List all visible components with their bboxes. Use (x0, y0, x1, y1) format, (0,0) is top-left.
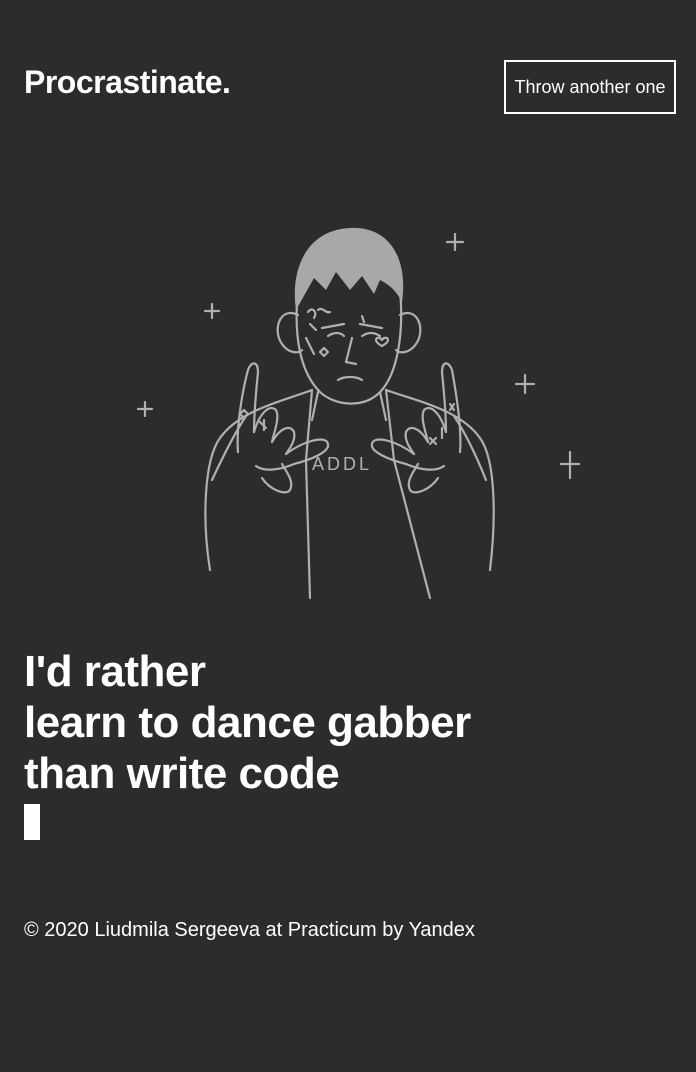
hair-shape (294, 227, 404, 310)
site-logo[interactable]: Procrastinate. (24, 62, 231, 102)
excuse-phrase: I'd rather learn to dance gabber than wr… (24, 646, 471, 799)
excuse-line-1: I'd rather (24, 647, 206, 696)
throw-another-button[interactable]: Throw another one (504, 60, 676, 114)
text-cursor (24, 804, 40, 840)
sparkle-icon (203, 302, 221, 320)
sparkle-icon (445, 232, 465, 252)
excuse-line-3: than write code (24, 749, 340, 798)
shirt-text: ADDL (312, 454, 372, 474)
sparkle-icon (136, 400, 154, 418)
sparkle-icon (559, 450, 581, 480)
footer-copyright: © 2020 Liudmila Sergeeva at Practicum by… (24, 919, 475, 941)
person-with-devil-horn-hands-icon: ADDL (136, 227, 581, 600)
page: Procrastinate. Throw another one ADDL I'… (0, 0, 696, 1072)
sparkle-icon (514, 373, 536, 395)
gabber-illustration: ADDL (130, 220, 590, 610)
excuse-line-2: learn to dance gabber (24, 698, 471, 747)
